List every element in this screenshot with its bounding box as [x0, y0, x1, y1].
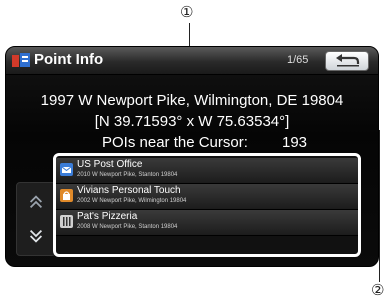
mail-icon [60, 163, 73, 176]
coordinates-text: [N 39.71593° x W 75.63534°] [94, 113, 290, 130]
scroll-buttons [16, 182, 56, 256]
title-bar: Point Info 1/65 [6, 47, 378, 75]
callout-2-line [379, 130, 380, 282]
poi-name: Pat's Pizzeria [77, 211, 138, 222]
back-arrow-icon [336, 54, 360, 67]
back-button[interactable] [325, 51, 369, 71]
device-screen: Point Info 1/65 1997 W Newport Pike, Wil… [5, 46, 379, 267]
page-title: Point Info [34, 51, 104, 68]
scroll-down-button[interactable] [26, 221, 46, 251]
callout-2: ② [371, 281, 385, 299]
page-counter: 1/65 [287, 54, 309, 66]
scroll-up-button[interactable] [26, 187, 46, 217]
restaurant-icon [60, 215, 73, 228]
poi-list-item[interactable]: US Post Office 2010 W Newport Pike, Stan… [56, 158, 358, 184]
poi-list: US Post Office 2010 W Newport Pike, Stan… [53, 153, 361, 257]
poi-count-value: 193 [282, 134, 308, 151]
poi-name: Vivians Personal Touch [77, 185, 181, 196]
poi-list-item[interactable]: Pat's Pizzeria 2008 W Newport Pike, Stan… [56, 210, 358, 236]
shop-icon [60, 189, 73, 202]
poi-address: 2002 W Newport Pike, Wilmington 19804 [77, 198, 187, 204]
poi-name: US Post Office [77, 159, 143, 170]
address-text: 1997 W Newport Pike, Wilmington, DE 1980… [40, 92, 344, 109]
callout-1: ① [180, 3, 194, 21]
double-chevron-up-icon [29, 195, 43, 209]
poi-address: 2010 W Newport Pike, Stanton 19804 [77, 172, 178, 178]
poi-list-item[interactable]: Vivians Personal Touch 2002 W Newport Pi… [56, 184, 358, 210]
double-chevron-down-icon [29, 229, 43, 243]
poi-address: 2008 W Newport Pike, Stanton 19804 [77, 224, 178, 230]
point-info-icon [12, 53, 30, 67]
poi-count-label: POIs near the Cursor: [102, 134, 248, 151]
